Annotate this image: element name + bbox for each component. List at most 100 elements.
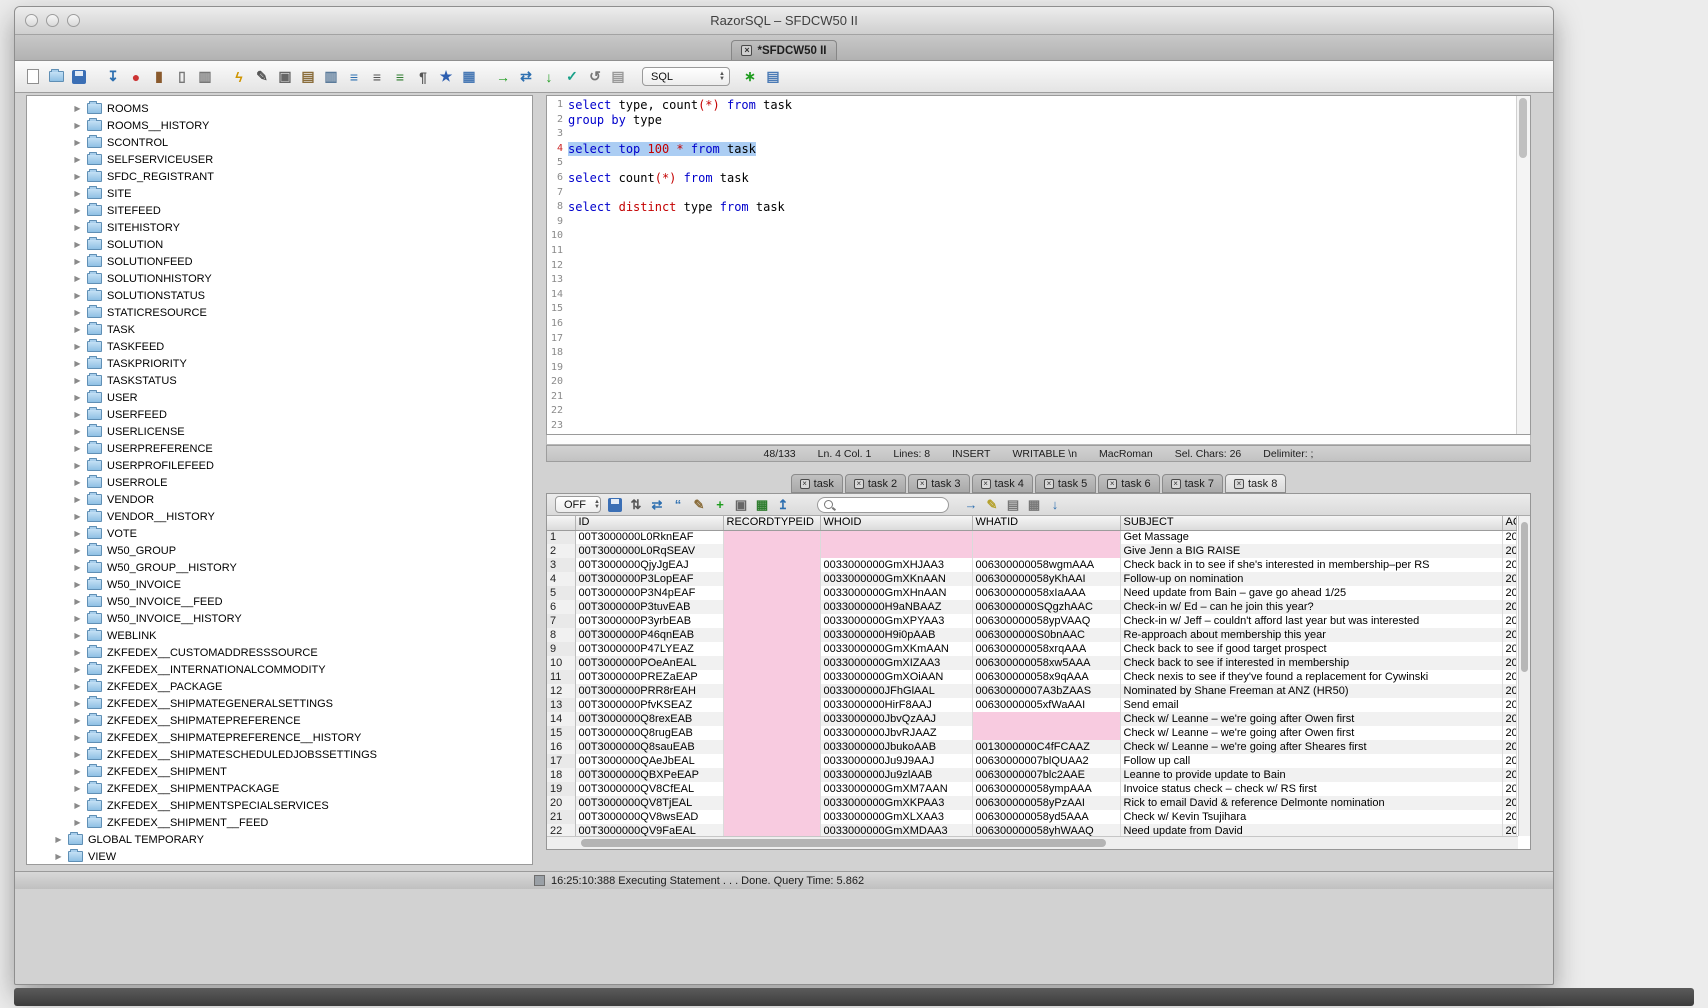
disclosure-triangle-icon[interactable]: ▶ xyxy=(73,189,82,198)
cell[interactable]: 200 xyxy=(1502,656,1516,670)
cell[interactable]: 00T3000000Q8rugEAB xyxy=(575,726,723,740)
tree-item-zkfedex-shipmategeneralsettings[interactable]: ▶ZKFEDEX__SHIPMATEGENERALSETTINGS xyxy=(27,695,532,712)
cell[interactable] xyxy=(723,586,820,600)
cell[interactable]: 0033000000JFhGlAAL xyxy=(820,684,972,698)
cell[interactable]: 006300000058x9qAAA xyxy=(972,670,1120,684)
cell[interactable]: 200 xyxy=(1502,698,1516,712)
cell[interactable]: 0033000000JbvQzAAJ xyxy=(820,712,972,726)
results-vertical-scrollbar[interactable] xyxy=(1518,516,1530,836)
tree-item-selfserviceuser[interactable]: ▶SELFSERVICEUSER xyxy=(27,151,532,168)
results-vscroll-thumb[interactable] xyxy=(1521,522,1528,672)
tree-item-staticresource[interactable]: ▶STATICRESOURCE xyxy=(27,304,532,321)
tree-item-sitefeed[interactable]: ▶SITEFEED xyxy=(27,202,532,219)
table-row[interactable]: 600T3000000P3tuvEAB0033000000H9aNBAAZ006… xyxy=(547,600,1516,614)
disclosure-triangle-icon[interactable]: ▶ xyxy=(73,427,82,436)
tree-item-userpreference[interactable]: ▶USERPREFERENCE xyxy=(27,440,532,457)
table-row[interactable]: 1500T3000000Q8rugEAB0033000000JbvRJAAZCh… xyxy=(547,726,1516,740)
cell[interactable]: 00T3000000Q8rexEAB xyxy=(575,712,723,726)
tree-item-vendor[interactable]: ▶VENDOR xyxy=(27,491,532,508)
disclosure-triangle-icon[interactable]: ▶ xyxy=(73,767,82,776)
table-row[interactable]: 1200T3000000PRR8rEAH0033000000JFhGlAAL00… xyxy=(547,684,1516,698)
cell[interactable]: Get Massage xyxy=(1120,530,1502,544)
cell[interactable]: 200 xyxy=(1502,600,1516,614)
close-result-tab-icon[interactable]: × xyxy=(981,479,991,489)
close-result-tab-icon[interactable]: × xyxy=(800,479,810,489)
cell[interactable]: 006300000058xw5AAA xyxy=(972,656,1120,670)
cell[interactable]: Follow up call xyxy=(1120,754,1502,768)
cell[interactable]: 200 xyxy=(1502,558,1516,572)
cell[interactable]: 006300000058yKhAAI xyxy=(972,572,1120,586)
statement-type-select[interactable]: SQL ▲▼ xyxy=(642,67,730,86)
disclosure-triangle-icon[interactable]: ▶ xyxy=(73,580,82,589)
cell[interactable] xyxy=(723,712,820,726)
cell[interactable]: Check-in w/ Ed – can he join this year? xyxy=(1120,600,1502,614)
cell[interactable]: 006300000058ympAAA xyxy=(972,782,1120,796)
tree-item-zkfedex-shipmentspecialservices[interactable]: ▶ZKFEDEX__SHIPMENTSPECIALSERVICES xyxy=(27,797,532,814)
title-bar[interactable]: RazorSQL – SFDCW50 II xyxy=(15,7,1553,35)
download-more-icon[interactable]: ↓ xyxy=(1046,496,1064,514)
cell[interactable]: 200 xyxy=(1502,544,1516,558)
create-table-icon[interactable]: ▯ xyxy=(172,67,192,87)
table-row[interactable]: 400T3000000P3LopEAF0033000000GmXKnAAN006… xyxy=(547,572,1516,586)
cell[interactable]: 0063000000SQgzhAAC xyxy=(972,600,1120,614)
edit-results-icon[interactable]: ✎ xyxy=(690,496,708,514)
disclosure-triangle-icon[interactable]: ▶ xyxy=(54,852,63,861)
execute-fetch-icon[interactable]: ⇄ xyxy=(516,67,536,87)
cell[interactable]: 00T3000000QV8wsEAD xyxy=(575,810,723,824)
cell[interactable]: 00T3000000L0RqSEAV xyxy=(575,544,723,558)
column-header-ac[interactable]: AC xyxy=(1502,516,1516,530)
tools-icon[interactable]: ∗ xyxy=(740,67,760,87)
table-row[interactable]: 500T3000000P3N4pEAF0033000000GmXHnAAN006… xyxy=(547,586,1516,600)
disclosure-triangle-icon[interactable]: ▶ xyxy=(73,750,82,759)
disclosure-triangle-icon[interactable]: ▶ xyxy=(73,138,82,147)
cell[interactable]: 00T3000000QAeJbEAL xyxy=(575,754,723,768)
disclosure-triangle-icon[interactable]: ▶ xyxy=(73,631,82,640)
new-file-icon[interactable] xyxy=(23,67,43,87)
disclosure-triangle-icon[interactable]: ▶ xyxy=(73,104,82,113)
tree-item-userrole[interactable]: ▶USERROLE xyxy=(27,474,532,491)
disclosure-triangle-icon[interactable]: ▶ xyxy=(73,546,82,555)
format-sql-icon[interactable]: ≡ xyxy=(390,67,410,87)
disclosure-triangle-icon[interactable]: ▶ xyxy=(73,223,82,232)
result-tab-task-4[interactable]: ×task 4 xyxy=(972,474,1033,493)
disclosure-triangle-icon[interactable]: ▶ xyxy=(73,461,82,470)
cell[interactable]: Re-approach about membership this year xyxy=(1120,628,1502,642)
tree-item-scontrol[interactable]: ▶SCONTROL xyxy=(27,134,532,151)
disclosure-triangle-icon[interactable]: ▶ xyxy=(73,818,82,827)
tree-item-solutionfeed[interactable]: ▶SOLUTIONFEED xyxy=(27,253,532,270)
save-results-icon[interactable] xyxy=(606,496,624,514)
import-data-icon[interactable]: ↧ xyxy=(103,67,123,87)
tree-item-vendor-history[interactable]: ▶VENDOR__HISTORY xyxy=(27,508,532,525)
cell[interactable]: 200 xyxy=(1502,642,1516,656)
table-row[interactable]: 2000T3000000QV8TjEAL0033000000GmXKPAA300… xyxy=(547,796,1516,810)
fetch-all-icon[interactable]: ↓ xyxy=(539,67,559,87)
disclosure-triangle-icon[interactable]: ▶ xyxy=(73,512,82,521)
cell[interactable]: 200 xyxy=(1502,726,1516,740)
cell[interactable]: 00T3000000PfvKSEAZ xyxy=(575,698,723,712)
table-row[interactable]: 100T3000000L0RknEAFGet Massage200 xyxy=(547,530,1516,544)
cell[interactable] xyxy=(723,768,820,782)
disclosure-triangle-icon[interactable]: ▶ xyxy=(73,274,82,283)
table-row[interactable]: 700T3000000P3yrbEAB0033000000GmXPYAA3006… xyxy=(547,614,1516,628)
cell[interactable]: Follow-up on nomination xyxy=(1120,572,1502,586)
cell[interactable]: Check back to see if good target prospec… xyxy=(1120,642,1502,656)
check-syntax-icon[interactable]: ✓ xyxy=(562,67,582,87)
table-row[interactable]: 800T3000000P46qnEAB0033000000H9i0pAAB006… xyxy=(547,628,1516,642)
disclosure-triangle-icon[interactable]: ▶ xyxy=(73,665,82,674)
quote-results-icon[interactable]: “ xyxy=(669,496,687,514)
tree-item-solutionstatus[interactable]: ▶SOLUTIONSTATUS xyxy=(27,287,532,304)
column-header-subject[interactable]: SUBJECT xyxy=(1120,516,1502,530)
tree-item-w50-invoice-feed[interactable]: ▶W50_INVOICE__FEED xyxy=(27,593,532,610)
sort-results-icon[interactable]: ⇅ xyxy=(627,496,645,514)
spreadsheet-icon[interactable]: ▦ xyxy=(753,496,771,514)
open-file-icon[interactable] xyxy=(46,67,66,87)
disclosure-triangle-icon[interactable]: ▶ xyxy=(73,648,82,657)
cell[interactable] xyxy=(972,544,1120,558)
table-row[interactable]: 2100T3000000QV8wsEAD0033000000GmXLXAA300… xyxy=(547,810,1516,824)
cell[interactable]: 200 xyxy=(1502,614,1516,628)
column-header-whatid[interactable]: WHATID xyxy=(972,516,1120,530)
cell[interactable] xyxy=(972,712,1120,726)
result-tab-task-2[interactable]: ×task 2 xyxy=(845,474,906,493)
tree-item-task[interactable]: ▶TASK xyxy=(27,321,532,338)
results-search-input[interactable] xyxy=(837,498,942,512)
